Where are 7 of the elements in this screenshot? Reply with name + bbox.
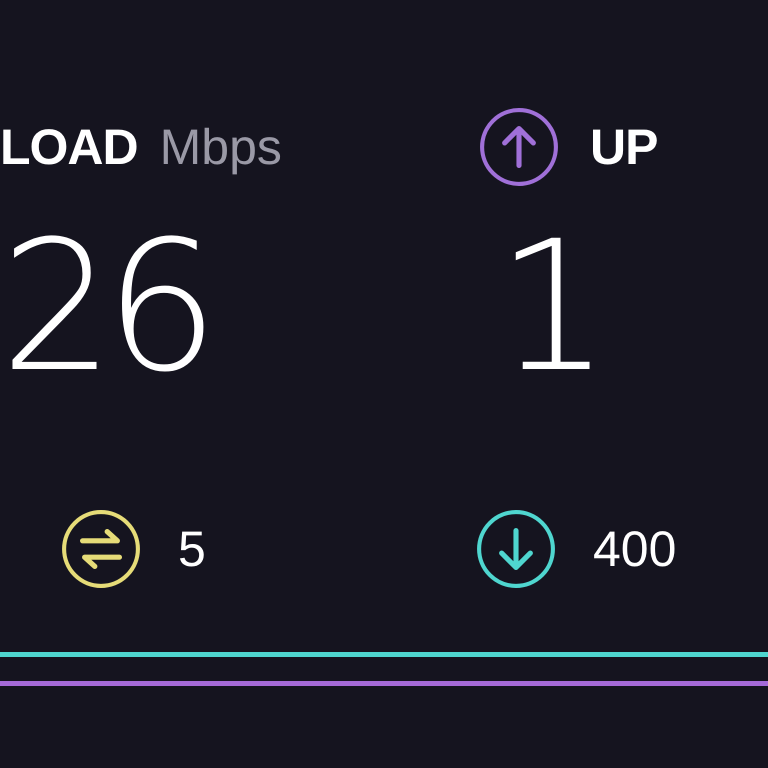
stat-value: 400 (593, 520, 676, 578)
stat-value: 5 (178, 520, 206, 578)
download-label: LOAD (0, 118, 138, 176)
upload-speed: 1 (496, 208, 602, 408)
upload-label: UP (590, 118, 658, 176)
download-speed: 26 (0, 208, 210, 408)
unit-label: Mbps (160, 118, 282, 176)
